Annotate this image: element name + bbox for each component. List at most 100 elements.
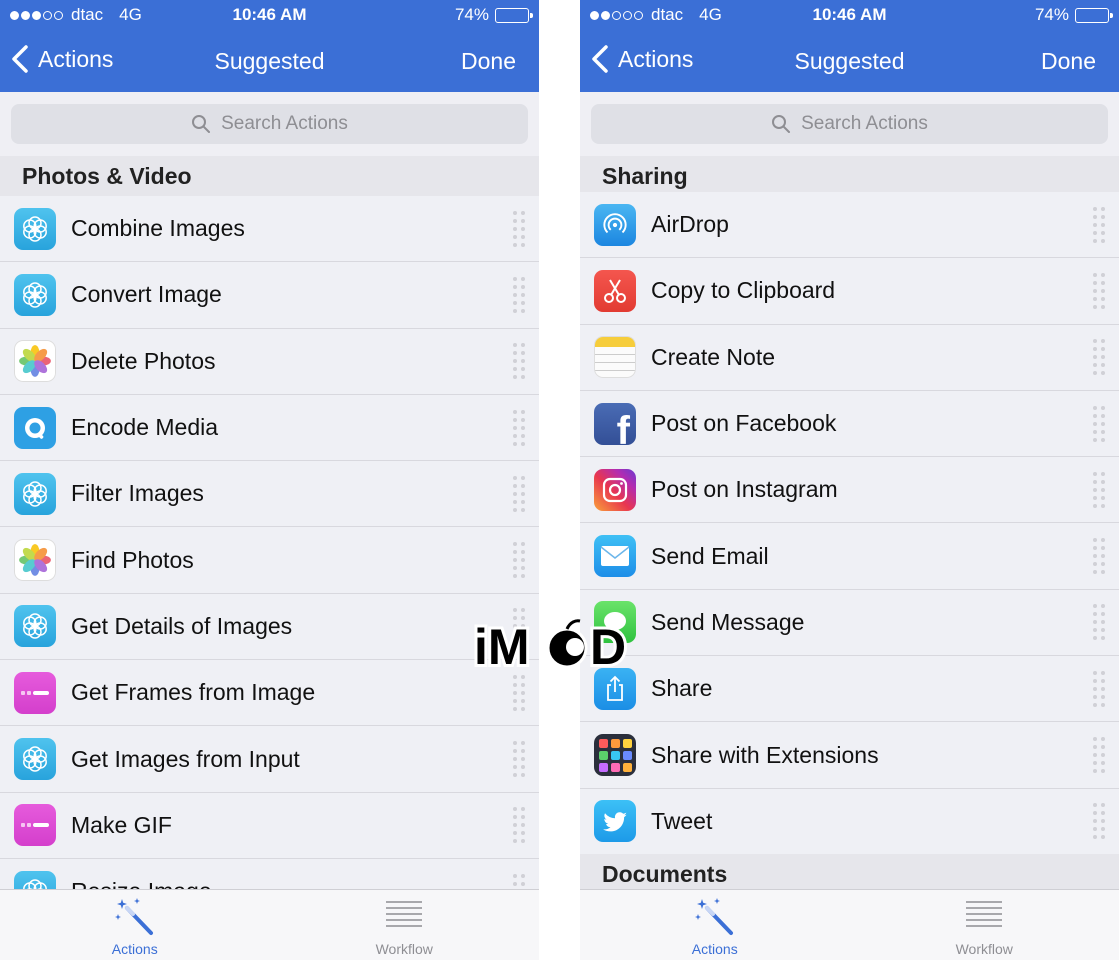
list-item-label: AirDrop [651,211,729,238]
search-placeholder: Search Actions [801,113,928,134]
list-item[interactable]: Filter Images [0,461,539,528]
tab-workflow[interactable]: Workflow [270,890,540,960]
list-item-label: Post on Instagram [651,476,838,503]
drag-handle-icon[interactable] [1093,669,1105,709]
battery-icon [1075,7,1113,23]
list-item[interactable]: Get Frames from Image [0,660,539,727]
list-item-label: Share [651,675,713,702]
list-item-label: Convert Image [71,281,222,308]
drag-handle-icon[interactable] [1093,337,1105,377]
search-input[interactable]: Search Actions [11,104,528,144]
drag-handle-icon[interactable] [513,209,525,249]
drag-handle-icon[interactable] [1093,205,1105,245]
magic-wand-icon [114,898,153,935]
section-header-sharing: Sharing [580,156,1119,196]
list-item[interactable]: Get Details of Images [0,593,539,661]
search-bar-container: Search Actions [580,92,1119,156]
navigation-bar: Actions Suggested Done [0,38,539,84]
aperture-icon [14,273,56,316]
battery-percentage: 74% [1034,5,1069,24]
search-icon [192,115,211,133]
list-item[interactable]: Delete Photos [0,328,539,395]
drag-handle-icon[interactable] [1093,602,1105,642]
tab-workflow-label: Workflow [955,941,1013,957]
instagram-icon [594,468,636,511]
list-item[interactable]: Create Note [580,324,1119,391]
page-title: Suggested [214,48,325,74]
list-item-label: Tweet [651,807,713,834]
status-bar: dtac 4G 10:46 AM 74% [0,0,539,30]
list-item[interactable]: Get Images from Input [0,726,539,793]
list-item[interactable]: f Post on Facebook [580,390,1119,458]
extensions-icon [594,734,636,777]
action-list: Combine Images Convert Image Delete Photos… [0,196,539,926]
list-item-label: Make GIF [71,811,172,838]
done-button[interactable]: Done [1041,48,1096,75]
drag-handle-icon[interactable] [1093,536,1105,576]
list-icon [386,901,423,927]
status-right: 74% [454,5,533,25]
drag-handle-icon[interactable] [513,540,525,580]
scissors-icon [594,269,636,312]
list-item-label: Post on Facebook [651,410,837,437]
list-item[interactable]: Convert Image [0,262,539,329]
status-right: 74% [1034,5,1113,25]
list-item[interactable]: AirDrop [580,192,1119,259]
drag-handle-icon[interactable] [1093,735,1105,775]
tab-actions[interactable]: Actions [580,890,850,960]
list-item[interactable]: Copy to Clipboard [580,258,1119,325]
drag-handle-icon[interactable] [1093,271,1105,311]
drag-handle-icon[interactable] [513,341,525,381]
tab-bar: Actions Workflow [580,889,1119,960]
done-button[interactable]: Done [461,48,516,75]
search-input[interactable]: Search Actions [591,104,1108,144]
list-item-label: Find Photos [71,546,194,573]
navigation-bar: Actions Suggested Done [580,38,1119,84]
list-item[interactable]: Combine Images [0,196,539,263]
list-item[interactable]: Tweet [580,788,1119,855]
list-item[interactable]: Post on Instagram [580,457,1119,524]
battery-icon [495,7,533,23]
drag-handle-icon[interactable] [513,474,525,514]
action-list: AirDrop Copy to Clipboard Create Note f Post… [580,192,1119,855]
list-item-label: Get Images from Input [71,745,300,772]
twitter-icon [594,800,636,843]
battery-percentage: 74% [454,5,489,24]
svg-text:iM: iM [474,619,530,674]
svg-text:D: D [590,619,626,674]
list-item[interactable]: Make GIF [0,792,539,859]
section-header-documents: Documents [580,854,1119,894]
list-item[interactable]: Share [580,656,1119,723]
drag-handle-icon[interactable] [513,739,525,779]
drag-handle-icon[interactable] [1093,404,1105,444]
share-icon [594,667,636,710]
list-item[interactable]: Find Photos [0,527,539,594]
magic-wand-icon [694,898,733,935]
list-item-label: Share with Extensions [651,741,879,768]
phone-screen-left: dtac 4G 10:46 AM 74% Actions Suggested D… [0,0,539,960]
tab-actions-label: Actions [111,941,158,957]
aperture-icon [14,207,56,250]
quicktime-icon [14,406,56,449]
tab-actions-label: Actions [691,941,738,957]
drag-handle-icon[interactable] [513,275,525,315]
list-icon [966,901,1003,927]
list-item[interactable]: Encode Media [0,394,539,462]
list-item[interactable]: Share with Extensions [580,722,1119,789]
drag-handle-icon[interactable] [513,805,525,845]
mail-icon [594,535,636,578]
drag-handle-icon[interactable] [1093,801,1105,841]
tab-actions[interactable]: Actions [0,890,270,960]
photos-icon [14,539,56,582]
aperture-icon [14,738,56,781]
list-item-label: Get Frames from Image [71,679,316,706]
drag-handle-icon[interactable] [513,408,525,448]
list-item-label: Get Details of Images [71,612,293,639]
list-item[interactable]: Send Email [580,523,1119,590]
tab-workflow[interactable]: Workflow [850,890,1120,960]
list-item-label: Delete Photos [71,347,216,374]
drag-handle-icon[interactable] [513,673,525,713]
aperture-icon [14,605,56,648]
list-item[interactable]: Send Message [580,589,1119,657]
drag-handle-icon[interactable] [1093,470,1105,510]
